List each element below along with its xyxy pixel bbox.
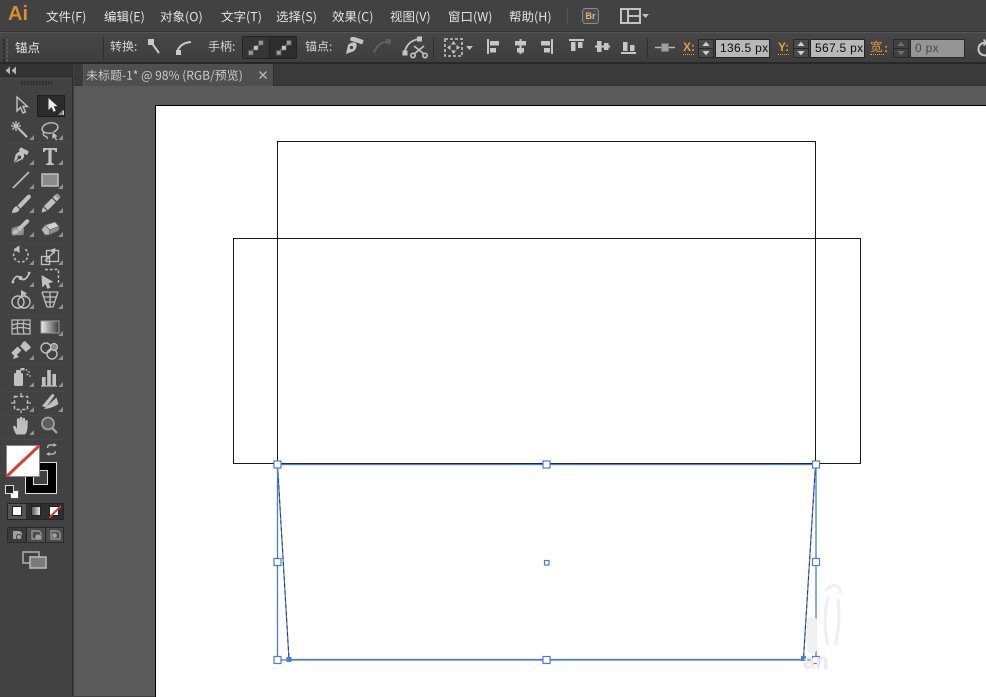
svg-text:an: an xyxy=(803,649,829,674)
